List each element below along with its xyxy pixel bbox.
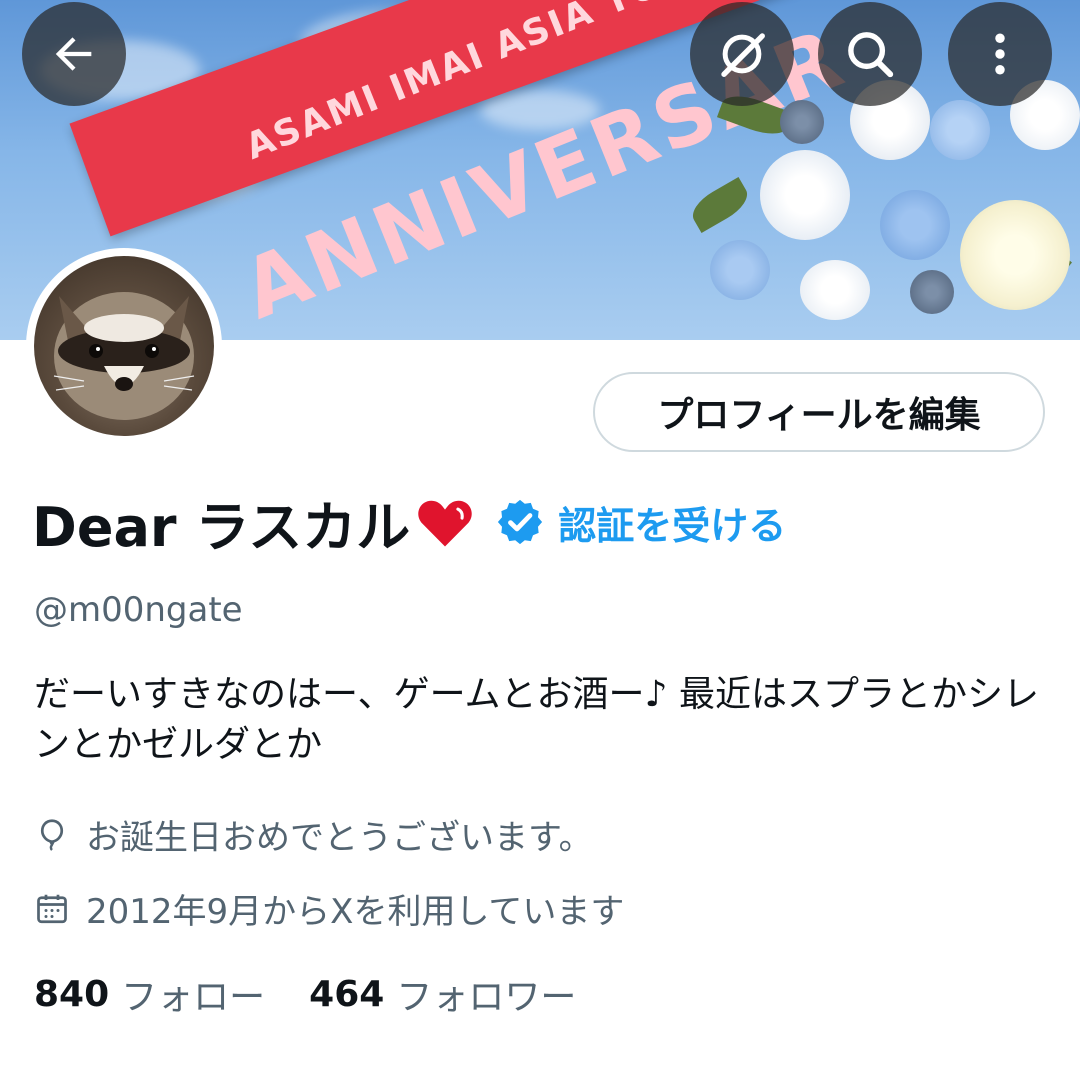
- verified-badge-icon: [498, 499, 543, 545]
- join-date-text: 2012年9月からXを利用しています: [86, 892, 625, 932]
- followers-count: 464: [309, 973, 385, 1015]
- display-name: Dear ラスカル: [32, 495, 411, 559]
- following-link[interactable]: 840 フォロー: [34, 968, 265, 1020]
- heart-emoji-icon: [418, 500, 472, 547]
- more-vertical-icon: [995, 33, 1005, 75]
- location-text: お誕生日おめでとうございます。: [86, 818, 593, 858]
- balloon-icon: [40, 818, 64, 851]
- avatar-image: [34, 256, 214, 436]
- calendar-icon: [37, 894, 67, 923]
- followers-link[interactable]: 464 フォロワー: [309, 968, 576, 1020]
- more-button[interactable]: [948, 2, 1052, 106]
- followers-label: フォロワー: [396, 977, 577, 1018]
- follow-stats: 840 フォロー 464 フォロワー: [34, 968, 576, 1020]
- edit-profile-button[interactable]: プロフィールを編集: [593, 372, 1045, 452]
- search-button[interactable]: [818, 2, 922, 106]
- grok-icon: [721, 33, 765, 77]
- profile-location: お誕生日おめでとうございます。: [34, 810, 593, 859]
- profile-join-date: 2012年9月からXを利用しています: [34, 884, 624, 933]
- avatar[interactable]: [26, 248, 222, 444]
- search-icon: [848, 32, 894, 78]
- grok-button[interactable]: [690, 2, 794, 106]
- user-handle: @m00ngate: [34, 590, 243, 630]
- bio-text: だーいすきなのはー、ゲームとお酒ー♪ 最近はスプラとかシレンとかゼルダとか: [34, 674, 1039, 765]
- following-label: フォロー: [121, 977, 266, 1018]
- name-row: Dear ラスカル 認証を受ける: [32, 482, 786, 562]
- following-count: 840: [34, 973, 110, 1015]
- get-verified-link[interactable]: 認証を受ける: [558, 495, 786, 550]
- back-button[interactable]: [22, 2, 126, 106]
- arrow-left-icon: [55, 37, 92, 71]
